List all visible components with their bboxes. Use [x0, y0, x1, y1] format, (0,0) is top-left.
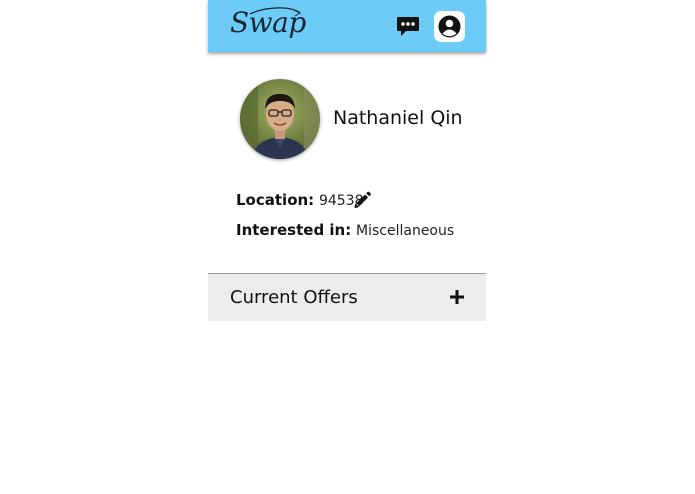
current-offers-section[interactable]: Current Offers: [208, 273, 486, 321]
top-bar: Swap: [208, 0, 486, 52]
interest-value: Miscellaneous: [356, 223, 455, 239]
location-row: Location: 94538: [236, 191, 364, 209]
avatar: [240, 79, 320, 159]
chat-bubble-icon: [397, 17, 419, 36]
add-offer-button[interactable]: [448, 288, 466, 306]
app-container: Swap Nathaniel Qin Location: 94538 Inter…: [208, 0, 486, 494]
location-label: Location:: [236, 191, 315, 209]
user-circle-icon: [438, 15, 461, 38]
user-name: Nathaniel Qin: [333, 107, 463, 129]
profile-button[interactable]: [434, 11, 465, 42]
interest-label: Interested in:: [236, 221, 352, 239]
current-offers-title: Current Offers: [230, 287, 358, 308]
edit-location-button[interactable]: [352, 190, 372, 210]
plus-icon: [450, 290, 464, 304]
messages-button[interactable]: [394, 12, 422, 40]
interest-row: Interested in: Miscellaneous: [236, 221, 454, 239]
logo-swash-decoration: [249, 7, 302, 17]
avatar-photo: [240, 79, 320, 159]
pencil-icon: [354, 191, 371, 208]
